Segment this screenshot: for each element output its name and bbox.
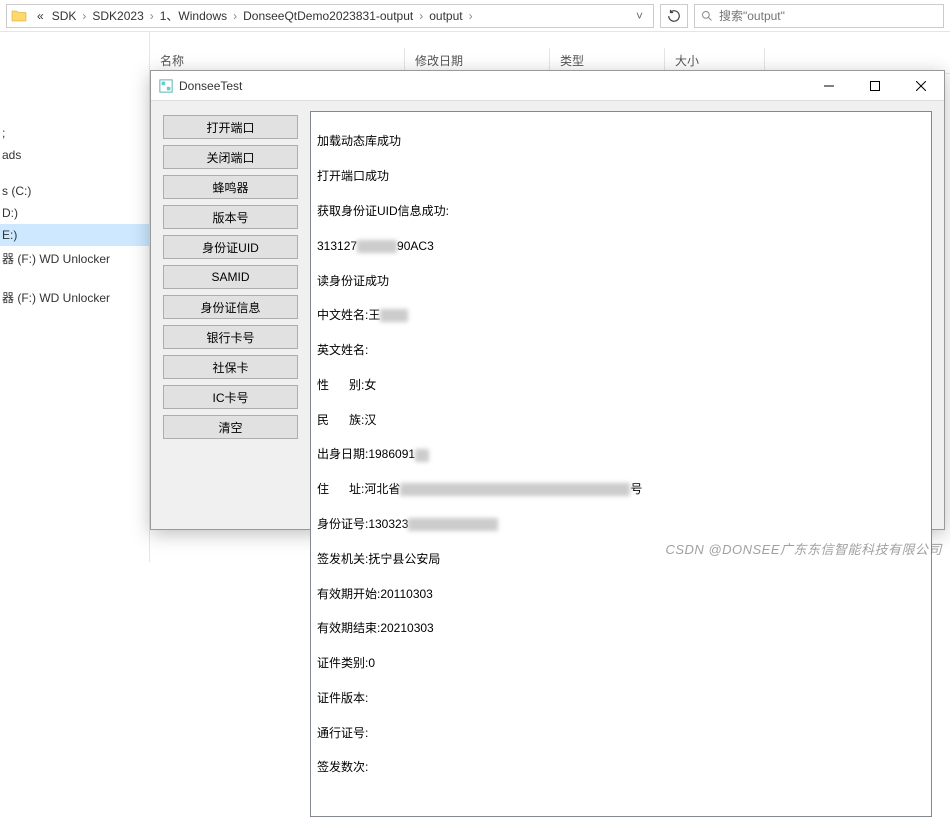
output-line: 签发机关:抚宁县公安局 [317,551,440,568]
version-button[interactable]: 版本号 [163,205,298,229]
output-line: 证件版本: [317,690,368,707]
breadcrumb-item[interactable]: 1、Windows [156,7,231,24]
sidebar-item[interactable]: D:) [0,202,149,224]
search-input[interactable] [719,9,937,23]
chevron-right-icon: › [417,9,425,23]
search-icon [701,10,713,22]
output-line: 通行证号: [317,725,368,742]
app-icon [159,79,173,93]
output-line: 性 别:女 [317,377,376,394]
window-title: DonseeTest [179,79,806,93]
sidebar-item[interactable]: 器 (F:) WD Unlocker [0,285,149,310]
output-line: 获取身份证UID信息成功: [317,203,449,220]
breadcrumb-prefix: « [33,9,48,23]
ic-card-button[interactable]: IC卡号 [163,385,298,409]
refresh-icon [667,9,681,23]
breadcrumb-item[interactable]: DonseeQtDemo2023831-output [239,9,417,23]
close-port-button[interactable]: 关闭端口 [163,145,298,169]
output-line: 身份证号:130323 [317,516,408,533]
id-info-button[interactable]: 身份证信息 [163,295,298,319]
output-line: 打开端口成功 [317,168,389,185]
refresh-button[interactable] [660,4,688,28]
buzzer-button[interactable]: 蜂鸣器 [163,175,298,199]
close-icon [916,81,926,91]
output-line: 号 [630,481,642,498]
output-line: 90AC3 [397,238,434,255]
bank-card-button[interactable]: 银行卡号 [163,325,298,349]
output-line: 英文姓名: [317,342,368,359]
output-line: 313127 [317,238,357,255]
sidebar-item[interactable]: 器 (F:) WD Unlocker [0,246,149,271]
output-textarea[interactable]: 加载动态库成功 打开端口成功 获取身份证UID信息成功: 313127 90AC3… [310,111,932,817]
sidebar: ; ads s (C:) D:) E:) 器 (F:) WD Unlocker … [0,32,150,562]
output-line: 证件类别:0 [317,655,375,672]
breadcrumb-item[interactable]: output [425,9,466,23]
output-line: 有效期结束:20210303 [317,620,434,637]
sidebar-item[interactable]: E:) [0,224,149,246]
minimize-icon [824,81,834,91]
window-controls [806,71,944,101]
breadcrumb[interactable]: « SDK› SDK2023› 1、Windows› DonseeQtDemo2… [6,4,654,28]
sidebar-item[interactable]: s (C:) [0,180,149,202]
output-line: 加载动态库成功 [317,133,401,150]
output-line: 出身日期:1986091 [317,446,415,463]
redacted [400,483,630,496]
chevron-down-icon[interactable]: ˅ [630,9,649,23]
app-content: 打开端口 关闭端口 蜂鸣器 版本号 身份证UID SAMID 身份证信息 银行卡… [151,101,944,827]
clear-button[interactable]: 清空 [163,415,298,439]
maximize-button[interactable] [852,71,898,101]
social-card-button[interactable]: 社保卡 [163,355,298,379]
breadcrumb-item[interactable]: SDK [48,9,81,23]
output-line: 有效期开始:20110303 [317,586,433,603]
chevron-right-icon: › [148,9,156,23]
explorer-toolbar: « SDK› SDK2023› 1、Windows› DonseeQtDemo2… [0,0,950,32]
redacted [380,309,408,322]
breadcrumb-item[interactable]: SDK2023 [88,9,147,23]
redacted [357,240,397,253]
output-line: 读身份证成功 [317,273,389,290]
open-port-button[interactable]: 打开端口 [163,115,298,139]
search-input-wrap[interactable] [694,4,944,28]
output-line: 中文姓名:王 [317,307,380,324]
watermark: CSDN @DONSEE广东东信智能科技有限公司 [665,539,942,558]
output-line: 签发数次: [317,759,368,776]
output-line: 住 址:河北省 [317,481,400,498]
sidebar-item[interactable]: ; [0,122,149,144]
button-panel: 打开端口 关闭端口 蜂鸣器 版本号 身份证UID SAMID 身份证信息 银行卡… [163,111,298,817]
close-button[interactable] [898,71,944,101]
output-line: 民 族:汉 [317,412,376,429]
id-uid-button[interactable]: 身份证UID [163,235,298,259]
redacted [408,518,498,531]
maximize-icon [870,81,880,91]
folder-icon [11,8,27,24]
titlebar[interactable]: DonseeTest [151,71,944,101]
minimize-button[interactable] [806,71,852,101]
app-window: DonseeTest 打开端口 关闭端口 蜂鸣器 版本号 身份证UID SAMI… [150,70,945,530]
chevron-right-icon: › [467,9,475,23]
samid-button[interactable]: SAMID [163,265,298,289]
chevron-right-icon: › [231,9,239,23]
redacted [415,449,429,462]
sidebar-item[interactable]: ads [0,144,149,166]
chevron-right-icon: › [80,9,88,23]
